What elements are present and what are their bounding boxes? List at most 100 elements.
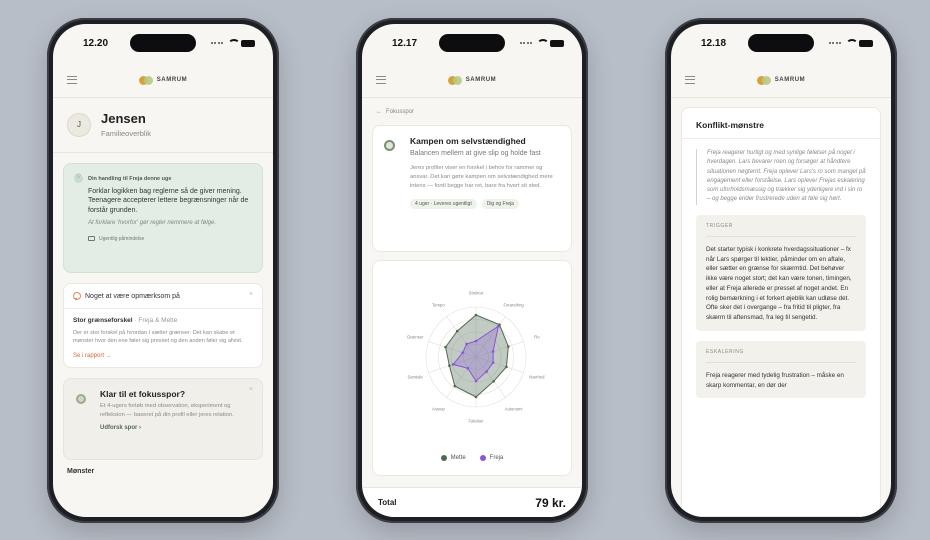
heart-icon xyxy=(74,173,83,183)
arrow-left-icon: ← xyxy=(376,109,382,115)
radar-axis-label: Grænser xyxy=(407,335,424,340)
radar-point xyxy=(505,365,508,369)
radar-point xyxy=(491,350,495,353)
radar-axis-label: Forandring xyxy=(503,303,524,308)
total-label: Total xyxy=(378,498,397,507)
target-icon xyxy=(76,394,86,405)
signal-icon xyxy=(211,41,223,45)
phone-frame-1: 12.20 SAMRUM J Jensen Familieoverblik ♡ … xyxy=(47,18,279,523)
section-label: ESKALERING xyxy=(706,349,856,363)
radar-point xyxy=(474,339,478,343)
radar-point xyxy=(497,324,500,328)
profile-header: J Jensen Familieoverblik xyxy=(53,99,273,148)
radar-axis-label: Struktur xyxy=(469,291,484,296)
radar-point xyxy=(492,379,495,383)
lightbulb-icon xyxy=(73,292,81,300)
dynamic-island xyxy=(130,34,196,52)
action-card: Din handling til Freja denne uge Forklar… xyxy=(63,163,263,273)
track-card: Kampen om selvstændighed Balancen mellem… xyxy=(372,125,572,252)
battery-icon xyxy=(859,39,873,47)
conflict-title: Konflikt-mønstre xyxy=(682,108,880,139)
radar-point xyxy=(455,329,459,333)
signal-icon xyxy=(829,41,841,45)
logo-icon xyxy=(138,75,153,85)
canvas: 12.20 SAMRUM J Jensen Familieoverblik ♡ … xyxy=(0,0,930,540)
radar-chart: Struktur Forandring Ro Nærhed Autonomi Følels… xyxy=(407,291,545,424)
target-icon xyxy=(384,140,395,151)
back-link[interactable]: ← Fokusspor xyxy=(362,99,582,121)
logo: SAMRUM xyxy=(138,75,188,85)
close-icon[interactable]: × xyxy=(249,386,253,393)
mail-icon xyxy=(88,236,95,242)
app-bar: SAMRUM xyxy=(53,62,273,98)
wifi-icon xyxy=(227,39,240,47)
chart-legend: Mette Freja xyxy=(373,455,571,461)
conflict-intro: Freja reagerer hurtigt og med synlige fø… xyxy=(696,149,866,205)
section-trigger: TRIGGER Det starter typisk i konkrete hv… xyxy=(696,214,866,331)
battery-icon xyxy=(241,39,255,47)
notice-text: Der er stor forskel på hvordan I sætter … xyxy=(73,330,243,345)
legend-swatch-freja xyxy=(479,455,486,461)
radar-axis-label: Tempo xyxy=(432,303,445,308)
radar-point xyxy=(444,345,447,349)
signal-icon xyxy=(520,41,532,45)
track-title: Kampen om selvstændighed xyxy=(410,136,526,146)
radar-point xyxy=(485,370,488,373)
radar-axis-label: Nærhed xyxy=(529,374,545,379)
phone-frame-2: 12.17 SAMRUM ← Fokusspor Kampen om selvst… xyxy=(356,18,588,523)
battery-icon xyxy=(550,39,564,47)
focus-title: Klar til et fokusspor? xyxy=(100,389,186,400)
profile-name: Jensen xyxy=(101,111,146,126)
radar-point xyxy=(474,313,478,317)
radar-point xyxy=(465,342,468,346)
radar-chart-card: Struktur Forandring Ro Nærhed Autonomi Følels… xyxy=(372,260,572,476)
wifi-icon xyxy=(536,39,549,47)
chip-duration: 4 uger · Leveres ugentligt xyxy=(410,198,477,209)
reminder-link[interactable]: Ugentlig påmindelse xyxy=(74,236,252,242)
action-card-header: Din handling til Freja denne uge xyxy=(88,175,172,182)
app-bar: SAMRUM xyxy=(362,62,582,98)
status-time: 12.17 xyxy=(392,37,418,49)
radar-point xyxy=(451,363,455,366)
radar-point xyxy=(453,384,457,388)
radar-axis-label: Samtale xyxy=(407,374,423,379)
legend-swatch-mette xyxy=(440,455,447,461)
phone-screen-3: 12.18 SAMRUM Konflikt-mønstre Freja reag… xyxy=(671,24,891,517)
menu-icon[interactable] xyxy=(685,76,695,84)
radar-point xyxy=(507,345,510,348)
radar-axis-label: Ro xyxy=(534,335,540,340)
report-link[interactable]: Se i rapport → xyxy=(73,353,253,359)
logo: SAMRUM xyxy=(756,75,806,85)
wifi-icon xyxy=(845,39,858,47)
logo-icon xyxy=(756,75,771,85)
profile-subtitle: Familieoverblik xyxy=(101,129,152,138)
radar-point xyxy=(448,364,451,367)
status-time: 12.18 xyxy=(701,37,727,49)
logo: SAMRUM xyxy=(447,75,497,85)
section-text: Det starter typisk i konkrete hverdagssi… xyxy=(706,245,852,322)
radar-point xyxy=(474,379,478,383)
action-card-note: At forklare 'hvorfor' gør regler nemmere… xyxy=(88,220,217,227)
avatar: J xyxy=(67,112,91,137)
phone-frame-3: 12.18 SAMRUM Konflikt-mønstre Freja reag… xyxy=(665,18,897,523)
dynamic-island xyxy=(439,34,505,52)
total-bar: Total 79 kr. xyxy=(362,487,582,517)
radar-point xyxy=(491,361,495,364)
close-icon[interactable]: × xyxy=(249,291,253,298)
menu-icon[interactable] xyxy=(376,76,386,84)
menu-icon[interactable] xyxy=(67,76,77,84)
focus-card: × Klar til et fokusspor? Et 4-ugers forl… xyxy=(63,378,263,461)
notice-card: Noget at være opmærksom på × Stor grænse… xyxy=(63,283,263,369)
notice-header: Noget at være opmærksom på xyxy=(85,292,180,300)
radar-axis-label: Følelser xyxy=(468,419,484,424)
logo-icon xyxy=(447,75,462,85)
dynamic-island xyxy=(748,34,814,52)
radar-axis-label: Autonomi xyxy=(505,406,523,411)
section-text: Freja reagerer med tydelig frustration –… xyxy=(706,371,844,389)
legend-label-mette: Mette xyxy=(450,455,466,461)
track-subtitle: Balancen mellem at give slip og holde fa… xyxy=(410,150,541,157)
radar-point xyxy=(466,367,470,370)
explore-link[interactable]: Udforsk spor › xyxy=(100,425,252,431)
phone-screen-1: 12.20 SAMRUM J Jensen Familieoverblik ♡ … xyxy=(53,24,273,517)
section-escalation: ESKALERING Freja reagerer med tydelig fr… xyxy=(696,340,866,399)
